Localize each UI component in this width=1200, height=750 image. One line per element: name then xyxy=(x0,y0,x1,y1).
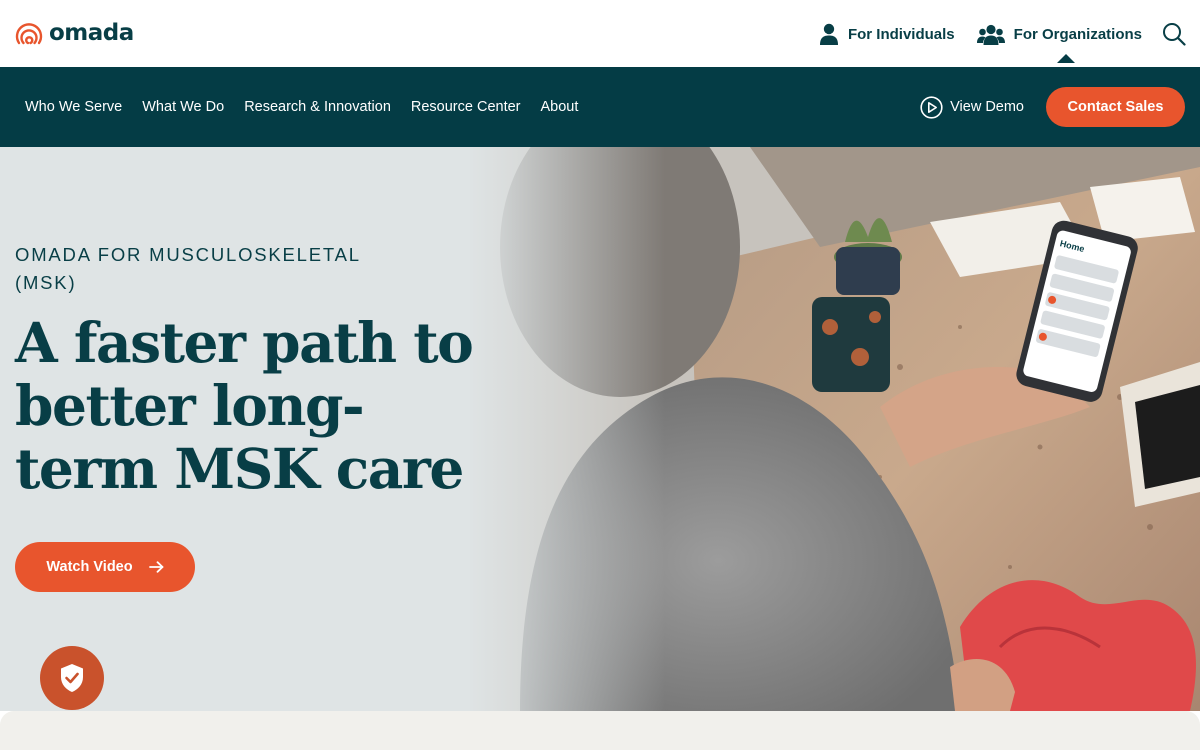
watch-video-label: Watch Video xyxy=(46,559,133,575)
nav-item-research-innovation[interactable]: Research & Innovation xyxy=(244,99,391,115)
top-utility-bar: omada For Individuals For Organizations xyxy=(0,0,1200,67)
search-button[interactable] xyxy=(1162,22,1186,46)
next-section-band xyxy=(0,711,1200,750)
logo-wordmark: omada xyxy=(49,20,134,46)
nav-item-what-we-do[interactable]: What We Do xyxy=(142,99,224,115)
for-organizations-label: For Organizations xyxy=(1013,25,1142,43)
search-icon xyxy=(1163,23,1186,46)
nav-item-about[interactable]: About xyxy=(541,99,579,115)
hero-headline: A faster path to better long-term MSK ca… xyxy=(15,310,474,501)
for-individuals-label: For Individuals xyxy=(847,25,955,43)
view-demo-link[interactable]: View Demo xyxy=(920,95,1024,119)
main-navigation: Who We Serve What We Do Research & Innov… xyxy=(0,67,1200,147)
view-demo-label: View Demo xyxy=(950,99,1024,115)
play-circle-icon xyxy=(920,95,943,119)
arrow-right-icon xyxy=(148,561,164,573)
nav-item-resource-center[interactable]: Resource Center xyxy=(411,99,521,115)
watch-video-button[interactable]: Watch Video xyxy=(15,542,195,592)
main-nav-actions: View Demo Contact Sales xyxy=(920,87,1185,127)
privacy-badge-button[interactable] xyxy=(40,646,104,710)
omada-logo[interactable]: omada xyxy=(15,18,134,48)
for-individuals-link[interactable]: For Individuals xyxy=(819,23,955,45)
omada-logo-mark-icon xyxy=(15,23,43,45)
utility-links: For Individuals For Organizations xyxy=(819,20,1186,63)
group-icon xyxy=(976,24,1005,45)
shield-check-icon xyxy=(61,664,83,692)
contact-sales-button[interactable]: Contact Sales xyxy=(1046,87,1185,127)
main-nav-items: Who We Serve What We Do Research & Innov… xyxy=(25,67,578,147)
nav-item-who-we-serve[interactable]: Who We Serve xyxy=(25,99,122,115)
hero-eyebrow: OMADA FOR MUSCULOSKELETAL (MSK) xyxy=(15,244,361,293)
person-icon xyxy=(819,23,838,45)
for-organizations-link[interactable]: For Organizations xyxy=(976,23,1142,63)
hero-section: Home OMADA FOR MUSCULOSKELETAL (MSK) A f… xyxy=(0,147,1200,711)
